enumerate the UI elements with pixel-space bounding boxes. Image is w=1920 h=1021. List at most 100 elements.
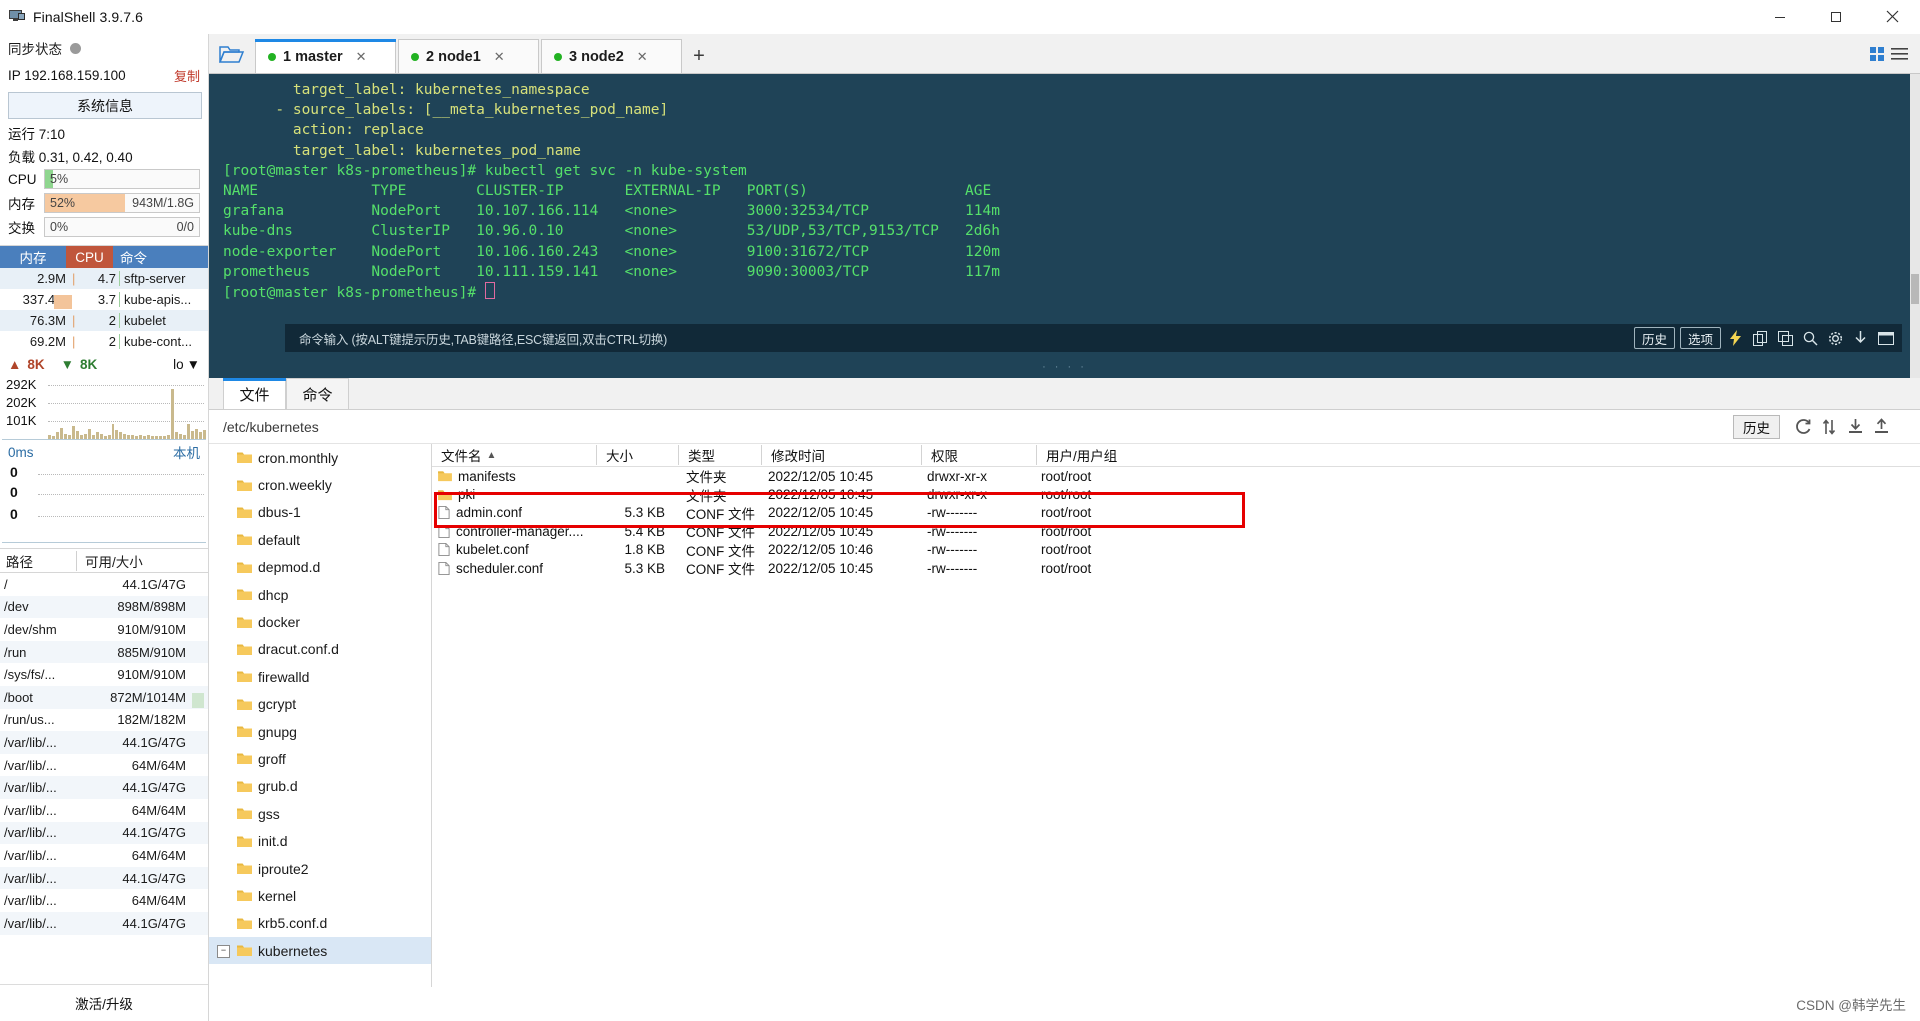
tree-node-default[interactable]: default <box>209 526 431 553</box>
terminal-scrollbar-thumb[interactable] <box>1911 274 1919 304</box>
tree-node-firewalld[interactable]: firewalld <box>209 663 431 690</box>
tree-node-depmod-d[interactable]: depmod.d <box>209 554 431 581</box>
disk-row[interactable]: /var/lib/...44.1G/47G <box>0 731 208 754</box>
sort-icon[interactable] <box>1816 414 1842 440</box>
disk-row[interactable]: /dev/shm910M/910M <box>0 618 208 641</box>
maximize-button[interactable] <box>1808 0 1864 33</box>
session-tab-node2[interactable]: 3 node2 ✕ <box>541 39 682 73</box>
disk-row[interactable]: /boot872M/1014M <box>0 686 208 709</box>
tree-node-docker[interactable]: docker <box>209 608 431 635</box>
tab-files[interactable]: 文件 <box>223 378 286 409</box>
disk-col-path[interactable]: 路径 <box>0 551 76 571</box>
disk-row[interactable]: /var/lib/...64M/64M <box>0 889 208 912</box>
terminal-scrollbar[interactable] <box>1910 74 1920 378</box>
disk-row[interactable]: /var/lib/...44.1G/47G <box>0 776 208 799</box>
process-col-command[interactable]: 命令 <box>113 246 208 268</box>
file-col-mtime[interactable]: 修改时间 <box>761 445 921 465</box>
file-col-type[interactable]: 类型 <box>678 445 761 465</box>
tab-commands[interactable]: 命令 <box>286 378 349 409</box>
tree-node-gnupg[interactable]: gnupg <box>209 718 431 745</box>
tree-node-grub-d[interactable]: grub.d <box>209 773 431 800</box>
system-info-button[interactable]: 系统信息 <box>8 92 202 119</box>
close-button[interactable] <box>1864 0 1920 33</box>
download-icon[interactable] <box>1850 327 1871 349</box>
file-row[interactable]: admin.conf5.3 KBCONF 文件2022/12/05 10:45-… <box>432 504 1920 522</box>
process-row[interactable]: 2.9M | 4.7 sftp-server <box>0 268 208 289</box>
tree-node-kubernetes[interactable]: −kubernetes <box>209 937 431 964</box>
new-tab-button[interactable]: + <box>684 40 714 73</box>
tree-node-gss[interactable]: gss <box>209 800 431 827</box>
file-col-size[interactable]: 大小 <box>596 445 678 465</box>
process-row[interactable]: 337.4... 3.7 kube-apis... <box>0 289 208 310</box>
copy-icon[interactable] <box>1750 327 1771 349</box>
process-col-cpu[interactable]: CPU <box>66 246 113 268</box>
file-row[interactable]: kubelet.conf1.8 KBCONF 文件2022/12/05 10:4… <box>432 541 1920 559</box>
copy-ip-button[interactable]: 复制 <box>174 66 200 85</box>
search-icon[interactable] <box>1800 327 1821 349</box>
disk-row[interactable]: /dev898M/898M <box>0 596 208 619</box>
network-interface-select[interactable]: lo ▼ <box>173 357 200 372</box>
file-row[interactable]: pki文件夹2022/12/05 10:45drwxr-xr-xroot/roo… <box>432 485 1920 503</box>
minimize-button[interactable] <box>1752 0 1808 33</box>
file-col-owner[interactable]: 用户/用户组 <box>1036 445 1166 465</box>
tab-close-icon[interactable]: ✕ <box>356 49 367 65</box>
disk-row[interactable]: /var/lib/...44.1G/47G <box>0 822 208 845</box>
activate-upgrade-button[interactable]: 激活/升级 <box>0 984 208 1021</box>
open-folder-icon[interactable] <box>209 35 255 73</box>
tree-node-label: groff <box>258 751 286 767</box>
tree-node-dracut-conf-d[interactable]: dracut.conf.d <box>209 636 431 663</box>
file-row[interactable]: manifests文件夹2022/12/05 10:45drwxr-xr-xro… <box>432 467 1920 485</box>
process-col-memory[interactable]: 内存 <box>0 246 66 268</box>
tab-close-icon[interactable]: ✕ <box>494 49 505 65</box>
terminal-options-button[interactable]: 选项 <box>1680 327 1721 349</box>
duplicate-icon[interactable] <box>1775 327 1796 349</box>
command-input-bar[interactable]: 命令输入 (按ALT键提示历史,TAB键路径,ESC键返回,双击CTRL切换) … <box>285 324 1902 352</box>
terminal-history-button[interactable]: 历史 <box>1634 327 1675 349</box>
window-icon[interactable] <box>1875 327 1896 349</box>
tree-node-dbus-1[interactable]: dbus-1 <box>209 499 431 526</box>
process-row[interactable]: 76.3M | 2 kubelet <box>0 310 208 331</box>
tree-node-dhcp[interactable]: dhcp <box>209 581 431 608</box>
session-tab-node1[interactable]: 2 node1 ✕ <box>398 39 539 73</box>
tree-node-iproute2[interactable]: iproute2 <box>209 855 431 882</box>
tree-node-krb5-conf-d[interactable]: krb5.conf.d <box>209 910 431 937</box>
file-history-button[interactable]: 历史 <box>1733 415 1780 439</box>
tree-collapse-icon[interactable]: − <box>217 945 230 958</box>
disk-row[interactable]: /44.1G/47G <box>0 573 208 596</box>
disk-row[interactable]: /var/lib/...64M/64M <box>0 799 208 822</box>
tree-node-kernel[interactable]: kernel <box>209 882 431 909</box>
tree-node-init-d[interactable]: init.d <box>209 827 431 854</box>
tree-node-cron-weekly[interactable]: cron.weekly <box>209 471 431 498</box>
file-row[interactable]: scheduler.conf5.3 KBCONF 文件2022/12/05 10… <box>432 559 1920 577</box>
disk-row[interactable]: /var/lib/...44.1G/47G <box>0 912 208 935</box>
download-icon[interactable] <box>1842 414 1868 440</box>
process-row[interactable]: 69.2M | 2 kube-cont... <box>0 331 208 352</box>
disk-col-size[interactable]: 可用/大小 <box>76 551 208 571</box>
tree-node-gcrypt[interactable]: gcrypt <box>209 691 431 718</box>
file-col-permissions[interactable]: 权限 <box>921 445 1036 465</box>
tab-close-icon[interactable]: ✕ <box>637 49 648 65</box>
file-row[interactable]: controller-manager....5.4 KBCONF 文件2022/… <box>432 522 1920 540</box>
folder-icon <box>237 670 252 683</box>
directory-tree[interactable]: cron.monthlycron.weeklydbus-1defaultdepm… <box>209 444 432 987</box>
hamburger-menu-icon[interactable] <box>1888 35 1910 73</box>
disk-row[interactable]: /var/lib/...64M/64M <box>0 754 208 777</box>
disk-row[interactable]: /run885M/910M <box>0 641 208 664</box>
bolt-icon[interactable] <box>1725 327 1746 349</box>
gear-icon[interactable] <box>1825 327 1846 349</box>
disk-row[interactable]: /var/lib/...64M/64M <box>0 844 208 867</box>
disk-row[interactable]: /var/lib/...44.1G/47G <box>0 867 208 890</box>
refresh-icon[interactable] <box>1790 414 1816 440</box>
network-bar <box>112 424 115 439</box>
terminal-resize-grip[interactable]: · · · · <box>209 361 1920 373</box>
current-path-input[interactable]: /etc/kubernetes <box>223 419 319 435</box>
tree-node-groff[interactable]: groff <box>209 745 431 772</box>
session-tab-master[interactable]: 1 master ✕ <box>255 39 396 73</box>
file-col-name[interactable]: 文件名 ▲ <box>432 445 596 465</box>
disk-row[interactable]: /sys/fs/...910M/910M <box>0 663 208 686</box>
grid-view-icon[interactable] <box>1866 35 1888 73</box>
terminal-panel[interactable]: target_label: kubernetes_namespace - sou… <box>209 74 1920 378</box>
tree-node-cron-monthly[interactable]: cron.monthly <box>209 444 431 471</box>
upload-icon[interactable] <box>1868 414 1894 440</box>
disk-row[interactable]: /run/us...182M/182M <box>0 709 208 732</box>
